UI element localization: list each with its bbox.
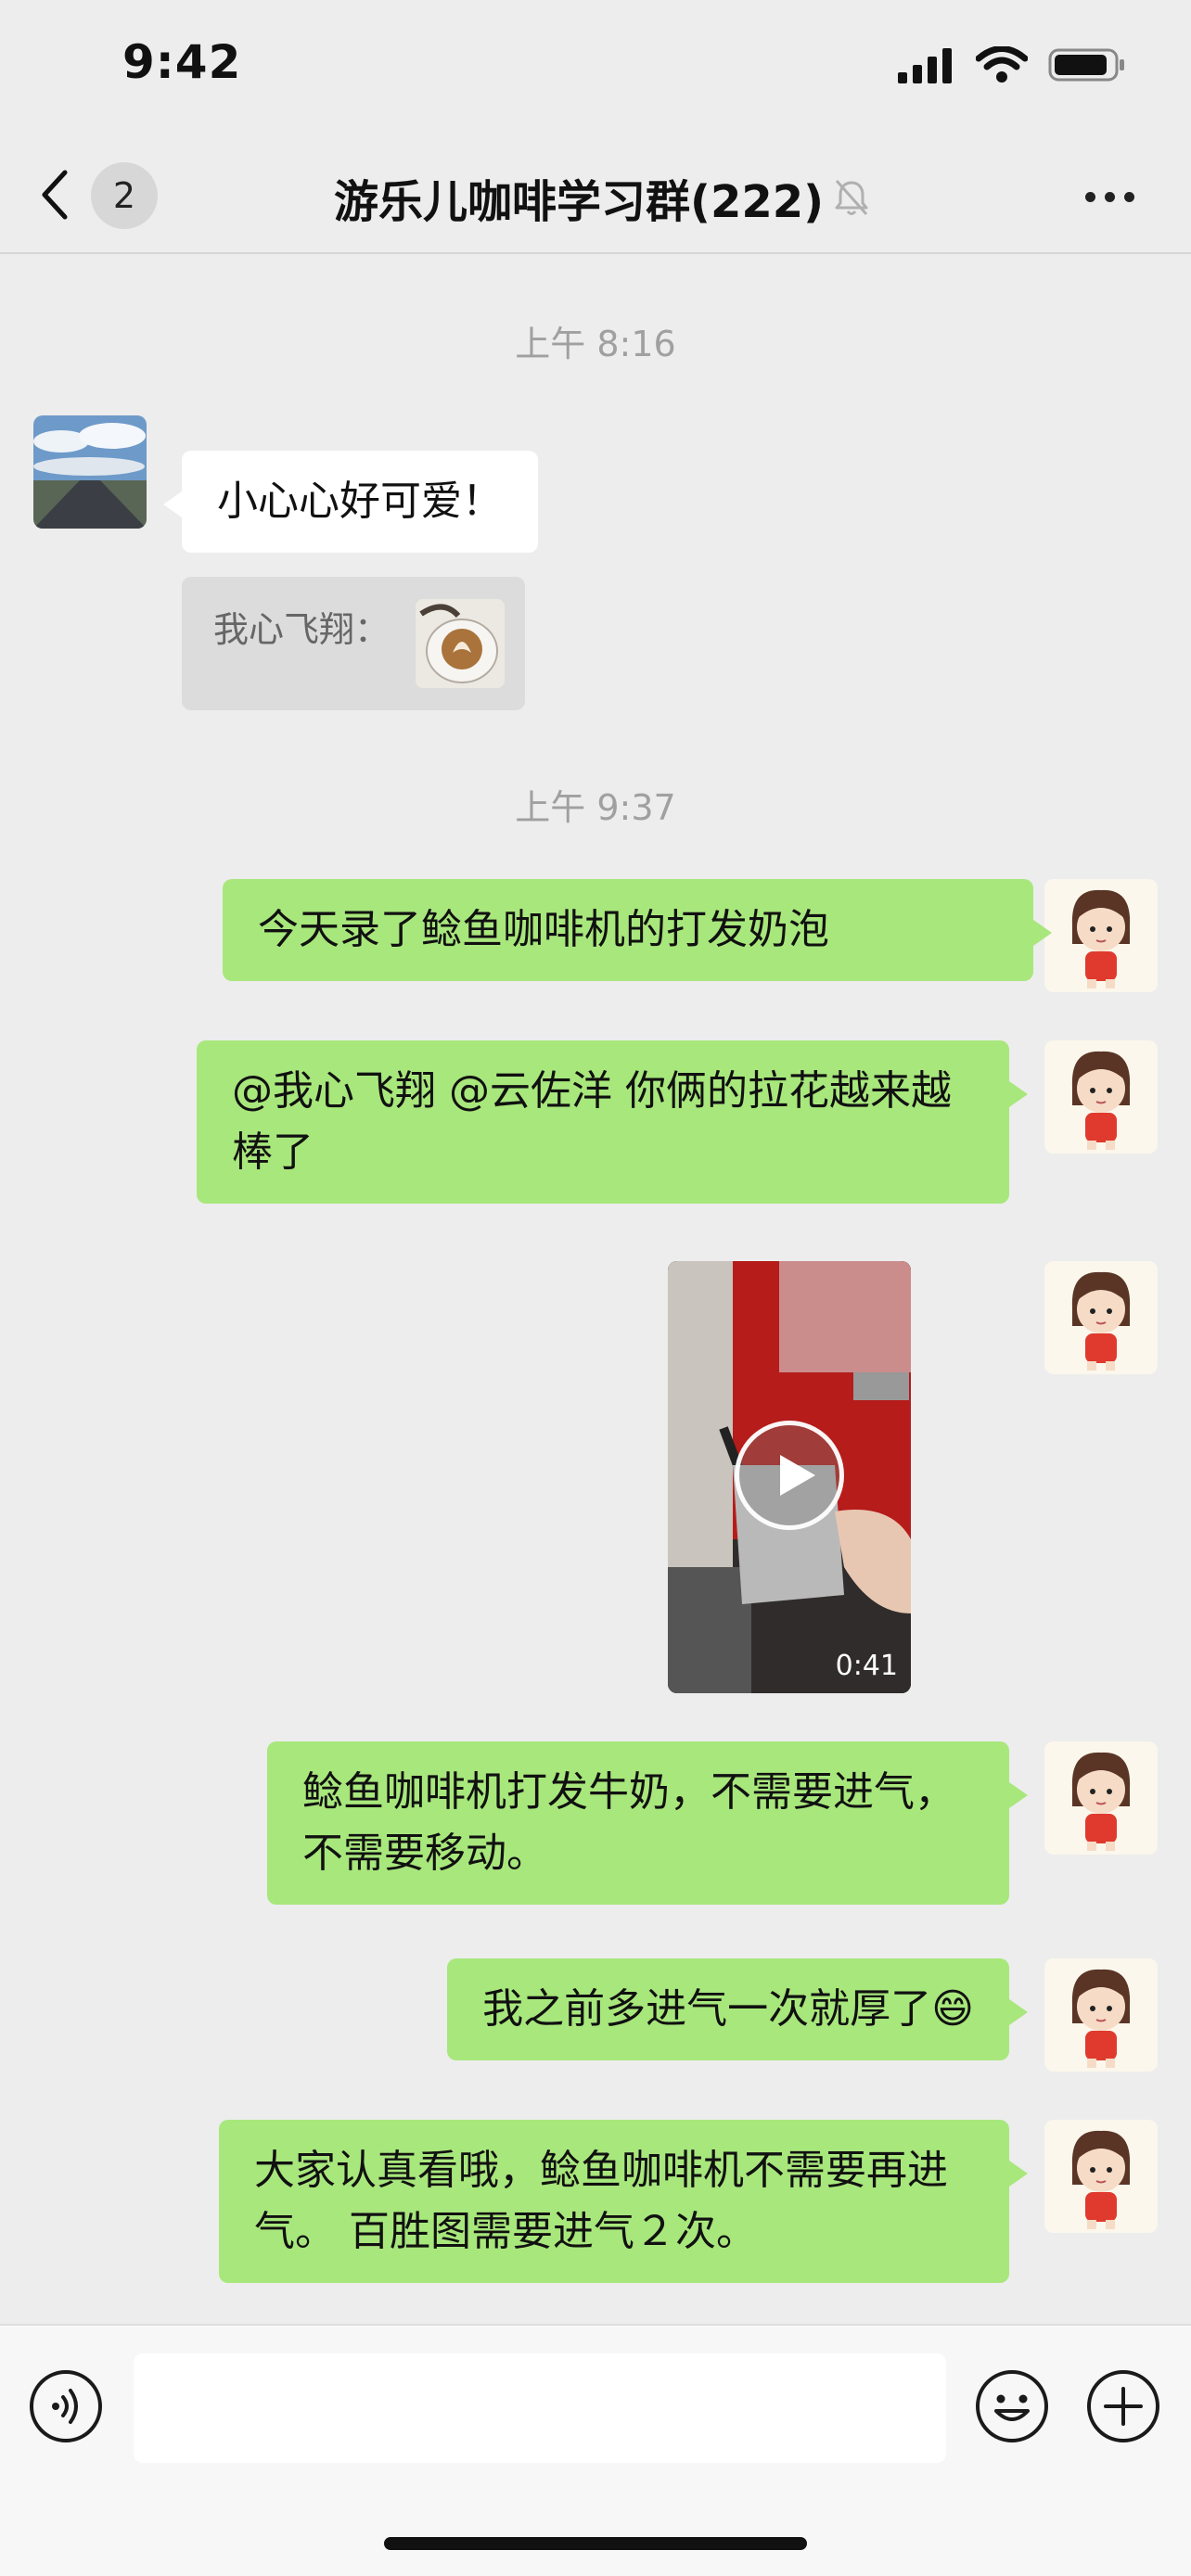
avatar-self[interactable] (1044, 879, 1158, 992)
voice-icon (30, 2370, 102, 2442)
timestamp: 上午 8:16 (515, 324, 676, 364)
status-bar: 9:42 (0, 0, 1191, 139)
latte-thumbnail (416, 599, 505, 688)
more-options-button[interactable] (1072, 171, 1146, 223)
landscape-avatar-image (33, 415, 147, 529)
message-list[interactable]: 上午 8:16 小心心好可爱！ 我心飞翔： 上午 9:37 今天录了鲶鱼咖啡机的… (0, 256, 1191, 2324)
chat-title: 游乐儿咖啡学习群(222) (334, 176, 825, 228)
message-bubble-incoming[interactable]: 小心心好可爱！ (163, 451, 538, 553)
message-bubble-outgoing[interactable]: @我心飞翔 @云佐洋 你俩的拉花越来越棒了 (197, 1040, 1028, 1204)
wifi-icon (976, 46, 1028, 83)
video-message[interactable]: 0:41 (668, 1261, 911, 1693)
chevron-left-icon (42, 170, 68, 220)
plus-icon (1087, 2370, 1159, 2442)
avatar-self[interactable] (1044, 1261, 1158, 1374)
chat-title-group[interactable]: 游乐儿咖啡学习群(222) (334, 167, 872, 228)
quote-sender: 我心飞翔： (213, 609, 391, 650)
battery-icon (1048, 48, 1124, 82)
status-icons (898, 46, 1126, 83)
avatar-self[interactable] (1044, 1958, 1158, 2072)
voice-button[interactable] (28, 2368, 104, 2444)
message-bubble-outgoing[interactable]: 今天录了鲶鱼咖啡机的打发奶泡 (223, 879, 1052, 981)
unread-badge: 2 (91, 162, 158, 229)
emoji-icon (976, 2370, 1048, 2442)
emoji-button[interactable] (974, 2368, 1050, 2444)
avatar-self[interactable] (1044, 2120, 1158, 2233)
message-input[interactable] (134, 2353, 946, 2463)
bell-off-icon (835, 180, 868, 215)
avatar-sender[interactable] (33, 415, 147, 529)
signal-icon (898, 48, 952, 83)
avatar-self[interactable] (1044, 1040, 1158, 1154)
ellipsis-icon (1084, 191, 1095, 202)
status-time: 9:42 (122, 35, 242, 89)
doll-avatar-image (1044, 879, 1158, 992)
message-bubble-outgoing[interactable]: 鲶鱼咖啡机打发牛奶，不需要进气，不需要移动。 (267, 1741, 1028, 1905)
quoted-message[interactable]: 我心飞翔： (182, 577, 525, 710)
message-bubble-outgoing[interactable]: 我之前多进气一次就厚了😄 (447, 1958, 1028, 2060)
play-button[interactable] (735, 1421, 844, 1530)
back-button[interactable]: 2 (37, 158, 167, 232)
timestamp: 上午 9:37 (515, 787, 676, 828)
video-duration: 0:41 (835, 1650, 898, 1682)
home-indicator (384, 2537, 807, 2550)
avatar-self[interactable] (1044, 1741, 1158, 1855)
navigation-bar: 2 游乐儿咖啡学习群(222) (0, 139, 1191, 254)
chat-screen: 9:42 2 游乐儿咖啡学习群(222) 上午 8:16 小心心好可爱！ 我心飞… (0, 0, 1191, 2576)
more-functions-button[interactable] (1085, 2368, 1161, 2444)
message-bubble-outgoing[interactable]: 大家认真看哦，鲶鱼咖啡机不需要再进气。 百胜图需要进气２次。 (219, 2120, 1028, 2283)
